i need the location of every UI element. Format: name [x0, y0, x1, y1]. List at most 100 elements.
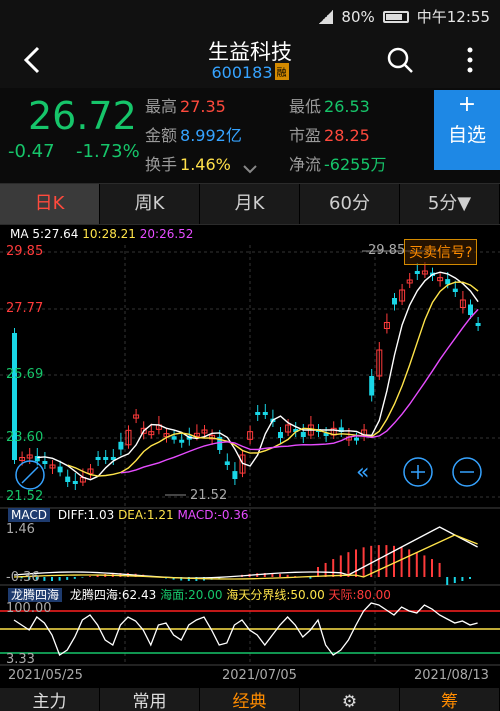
mid-label: 海天分界线:50.00 — [226, 588, 325, 602]
double-chevron-left-icon: « — [356, 460, 369, 485]
zoom-in-button[interactable] — [403, 457, 433, 487]
tab-main-force[interactable]: 主力 — [0, 688, 100, 711]
period-tabs: 日K 周K 月K 60分 5分▼ — [0, 183, 500, 225]
candle — [171, 436, 177, 440]
tab-5min[interactable]: 5分▼ — [400, 184, 500, 224]
candle — [42, 461, 48, 464]
low-label: 最低 — [289, 97, 322, 116]
longteng-name[interactable]: 龙腾四海 — [8, 588, 63, 602]
candle — [445, 279, 451, 285]
zoom-out-button[interactable] — [452, 457, 482, 487]
pe-field: 市盈 28.25 — [289, 122, 370, 146]
search-icon[interactable] — [386, 46, 414, 74]
stock-code-text: 600183 — [211, 63, 273, 82]
candle — [95, 457, 101, 460]
macd-top-label: 1.46 — [6, 522, 35, 537]
quote-panel: 26.72 -0.47 -1.73% 最高 27.35 最低 26.53 金额 8.9… — [0, 88, 500, 183]
status-bar: 80% 中午12:55 — [0, 0, 500, 32]
macd-name[interactable]: MACD — [8, 508, 50, 522]
candle — [179, 439, 185, 443]
macd-legend: MACD DIFF:1.03 DEA:1.21 MACD:-0.36 — [8, 508, 249, 522]
candle — [300, 432, 306, 437]
expand-chevron-icon[interactable] — [242, 164, 258, 174]
more-vertical-icon[interactable] — [466, 46, 474, 74]
tab-classic[interactable]: 经典 — [200, 688, 300, 711]
ma-legend: MA 5:27.64 10:28.21 20:26.52 — [10, 227, 193, 241]
longteng-legend: 龙腾四海 龙腾四海:62.43 海面:20.00 海天分界线:50.00 天际:… — [8, 586, 391, 603]
battery-icon — [382, 10, 409, 23]
ma20-label: 20:26.52 — [139, 227, 194, 241]
candle — [103, 457, 109, 460]
tab-daily[interactable]: 日K — [0, 184, 100, 224]
candle — [224, 461, 230, 465]
y-label-2: 27.77 — [6, 301, 44, 316]
chart-canvas: « — [0, 245, 500, 666]
ma20-line — [120, 308, 479, 474]
kline-chart[interactable]: « MA 5:27.64 10:28.21 20:26.52 29.85 27.… — [0, 225, 500, 685]
ma5-label: MA 5:27.64 — [10, 227, 79, 241]
macd-bot-label: -0.36 — [6, 570, 40, 585]
lt-bot-label: 3.33 — [6, 652, 35, 667]
candle — [255, 412, 261, 415]
candle — [414, 271, 420, 274]
tab-monthly[interactable]: 月K — [200, 184, 300, 224]
high-label: 最高 — [145, 97, 178, 116]
low-field: 最低 26.53 — [289, 93, 370, 117]
pe-value: 28.25 — [324, 126, 370, 145]
date-mid: 2021/07/05 — [222, 668, 297, 683]
candle — [452, 288, 458, 292]
ma5-line — [37, 271, 479, 481]
turnover-label: 换手 — [145, 155, 178, 174]
turnover-field: 换手 1.46% — [145, 151, 231, 175]
indicator-tabs: 主力 常用 经典 ⚙ 筹 — [0, 688, 500, 711]
candle — [475, 323, 481, 326]
candle — [468, 304, 473, 315]
buy-sell-signal-button[interactable]: 买卖信号? — [404, 239, 478, 265]
add-watchlist-button[interactable]: + 自选 — [434, 90, 500, 170]
netflow-value: -6255万 — [324, 155, 387, 174]
macd-diff-line — [13, 526, 478, 579]
candles — [12, 262, 481, 490]
price-change: -0.47 — [8, 141, 55, 162]
candle — [118, 441, 124, 450]
battery-text: 80% — [341, 7, 375, 26]
max-marker-label: 29.85 — [368, 243, 406, 258]
amount-label: 金额 — [145, 126, 178, 145]
low-value: 26.53 — [324, 97, 370, 116]
tab-chips[interactable]: 筹 — [400, 688, 500, 711]
fullscreen-button[interactable] — [15, 460, 45, 490]
lt-top-label: 100.00 — [6, 601, 52, 616]
signal-icon — [319, 9, 334, 24]
candle — [262, 412, 268, 415]
plus-icon: + — [457, 92, 477, 117]
candle — [65, 476, 71, 482]
macd-value: MACD:-0.36 — [177, 508, 249, 522]
tab-60min[interactable]: 60分 — [300, 184, 400, 224]
scroll-left-button[interactable]: « — [356, 460, 369, 485]
turnover-value: 1.46% — [180, 155, 231, 174]
candle — [369, 376, 375, 396]
candle — [232, 471, 238, 479]
last-price: 26.72 — [28, 94, 137, 138]
amount-value: 8.992亿 — [180, 126, 242, 145]
y-label-4: 23.60 — [6, 430, 44, 445]
longteng-value: 龙腾四海:62.43 — [69, 588, 157, 602]
stock-code: 600183 融 — [0, 63, 500, 82]
candle — [57, 466, 63, 473]
candle — [354, 437, 359, 441]
add-watchlist-label: 自选 — [447, 124, 486, 146]
y-label-3: 25.69 — [6, 367, 44, 382]
y-label-top: 29.85 — [6, 244, 44, 259]
macd-dea: DEA:1.21 — [118, 508, 174, 522]
margin-tag: 融 — [274, 63, 289, 80]
sky-label: 天际:80.00 — [328, 588, 391, 602]
high-value: 27.35 — [180, 97, 226, 116]
settings-gear-icon[interactable]: ⚙ — [300, 688, 400, 711]
candle — [392, 298, 397, 305]
tab-common[interactable]: 常用 — [100, 688, 200, 711]
date-start: 2021/05/25 — [8, 668, 83, 683]
netflow-label: 净流 — [289, 155, 322, 174]
clock: 中午12:55 — [416, 8, 490, 26]
tab-weekly[interactable]: 周K — [100, 184, 200, 224]
sea-label: 海面:20.00 — [160, 588, 223, 602]
